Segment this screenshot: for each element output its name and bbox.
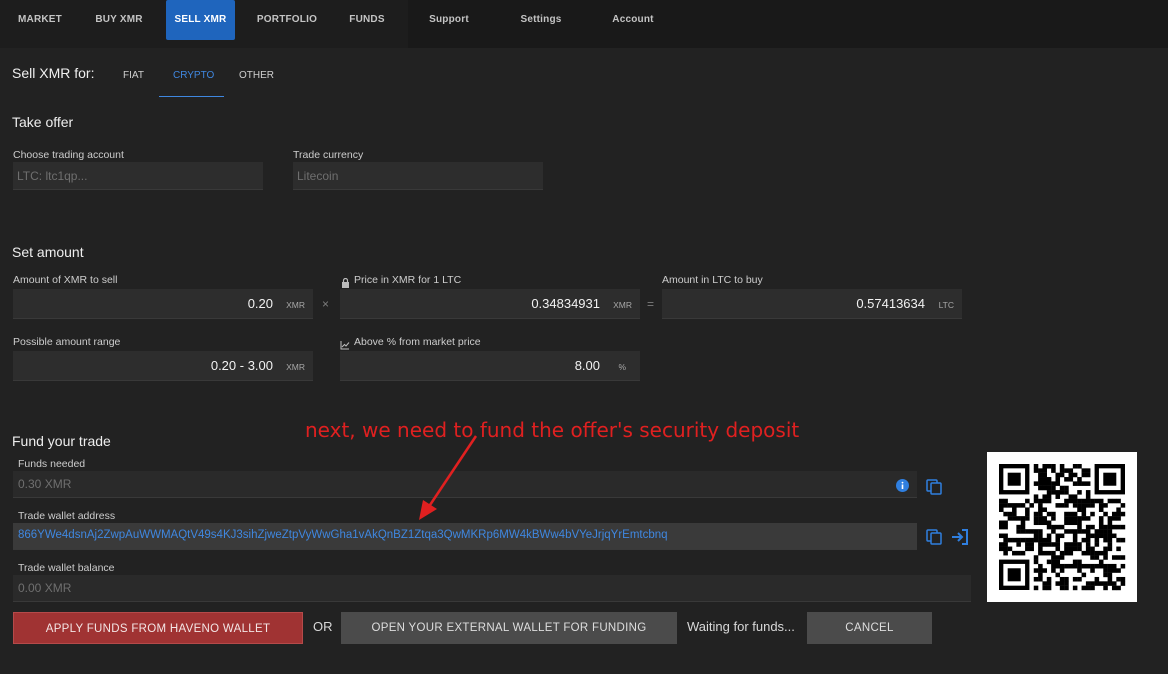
annotation-arrow bbox=[419, 435, 478, 520]
